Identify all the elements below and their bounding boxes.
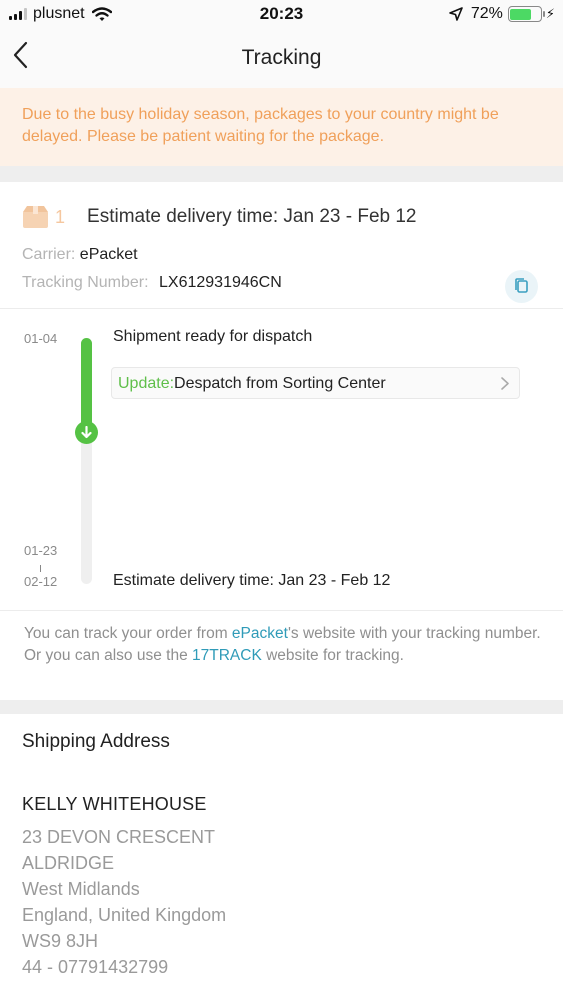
timeline-event: Shipment ready for dispatch (113, 328, 313, 345)
carrier-row: Carrier: ePacket (22, 246, 138, 264)
tracking-label: Tracking Number: (22, 274, 149, 291)
delay-notice-text: Due to the busy holiday season, packages… (22, 106, 499, 145)
section-divider (0, 700, 563, 714)
arrow-down-icon (81, 426, 92, 439)
timeline-date-start: 01-04 (24, 331, 58, 346)
timeline-date-mid: 01-23 (24, 543, 58, 558)
timeline-date-end: 02-12 (24, 574, 58, 589)
chevron-right-icon (501, 377, 509, 390)
help-text-part3: website for tracking. (261, 647, 404, 664)
17track-link[interactable]: 17TRACK (192, 647, 262, 664)
recipient-name: KELLY WHITEHOUSE (22, 794, 207, 814)
copy-icon (515, 278, 528, 293)
status-right: 72% ⚡ (449, 5, 555, 23)
tracking-help-text: You can track your order from ePacket's … (24, 623, 544, 667)
timeline-date-separator (40, 565, 41, 572)
section-divider (0, 166, 563, 182)
estimate-delivery-heading: Estimate delivery time: Jan 23 - Feb 12 (87, 206, 417, 227)
charging-bolt-icon: ⚡ (545, 6, 555, 21)
help-text-part1: You can track your order from (24, 625, 232, 642)
shipping-address-title: Shipping Address (22, 731, 170, 752)
address-lines: 23 DEVON CRESCENT ALDRIDGE West Midlands… (22, 824, 226, 980)
address-line: West Midlands (22, 879, 140, 899)
address-line: WS9 8JH (22, 931, 99, 951)
nav-bar: Tracking (0, 30, 563, 88)
package-count: 1 (55, 206, 66, 227)
location-arrow-icon (449, 7, 463, 21)
timeline-current-node (75, 421, 98, 444)
carrier-label: Carrier: (22, 246, 76, 263)
epacket-link[interactable]: ePacket (232, 625, 288, 642)
timeline-progress (81, 338, 92, 434)
carrier-value: ePacket (79, 246, 138, 263)
tracking-update-row[interactable]: Update:Despatch from Sorting Center (111, 367, 520, 399)
battery-percent: 72% (470, 5, 503, 22)
delay-notice-banner: Due to the busy holiday season, packages… (0, 88, 563, 166)
timeline-estimate: Estimate delivery time: Jan 23 - Feb 12 (113, 572, 391, 589)
update-label: Update: (118, 375, 175, 392)
address-line: 23 DEVON CRESCENT (22, 827, 216, 847)
divider (0, 610, 563, 611)
page-title: Tracking (241, 46, 322, 69)
address-line: England, United Kingdom (22, 905, 227, 925)
tracking-row: Tracking Number: LX612931946CN (22, 274, 282, 292)
tracking-number: LX612931946CN (159, 274, 282, 291)
phone-number: 44 - 07791432799 (22, 957, 169, 977)
divider (0, 308, 563, 309)
status-bar: plusnet 20:23 72% ⚡ (0, 0, 563, 30)
package-header: 1 Estimate delivery time: Jan 23 - Feb 1… (22, 202, 541, 232)
address-line: ALDRIDGE (22, 853, 115, 873)
box-icon (23, 206, 48, 228)
update-text: Despatch from Sorting Center (174, 375, 386, 392)
battery-icon (507, 6, 545, 22)
copy-tracking-button[interactable] (505, 270, 538, 303)
